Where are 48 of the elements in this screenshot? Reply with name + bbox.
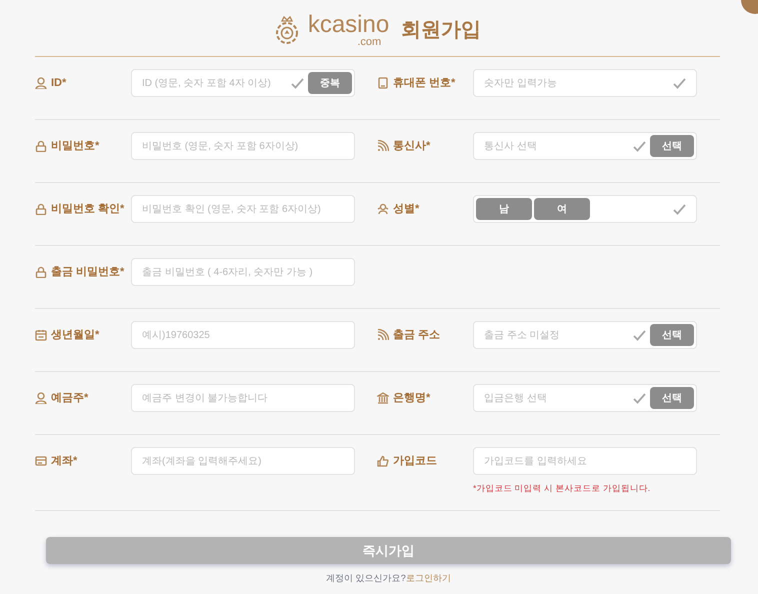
logo-text: kcasino: [308, 13, 390, 37]
thumbs-up-icon: [377, 455, 389, 467]
field-label: 비밀번호 확인*: [51, 202, 124, 217]
poker-chip-icon: [274, 15, 300, 45]
person-icon: [35, 392, 47, 404]
field-label: 예금주*: [51, 390, 88, 406]
field-label: 통신사*: [393, 138, 430, 154]
field-label: 계좌*: [51, 454, 78, 469]
field-button[interactable]: 선택: [650, 324, 694, 346]
card-icon: [35, 455, 47, 467]
login-prompt: 계정이 있으신가요?로그인하기: [325, 572, 452, 585]
login-link[interactable]: 로그인하기: [406, 573, 451, 583]
phone-icon: [377, 77, 389, 89]
field-button[interactable]: 선택: [650, 387, 694, 409]
person-icon: [35, 77, 47, 89]
field-label: 은행명*: [393, 390, 430, 406]
lock-icon: [35, 203, 47, 215]
calendar-icon: [35, 329, 47, 341]
field-label: 비밀번호*: [51, 138, 100, 154]
input-field[interactable]: 예시)19760325: [131, 321, 355, 349]
signal-icon: [377, 140, 389, 152]
option-button[interactable]: 남: [476, 198, 532, 220]
field-note: *가입코드 미입력 시 본사코드로 가입됩니다.: [473, 482, 652, 495]
input-field[interactable]: 가입코드를 입력하세요: [473, 447, 697, 475]
logo-suffix: .com: [357, 37, 382, 47]
field-label: 휴대폰 번호*: [393, 76, 456, 91]
field-button[interactable]: 중복: [308, 72, 352, 94]
field-button[interactable]: 선택: [650, 135, 694, 157]
option-button[interactable]: 여: [534, 198, 590, 220]
field-label: 생년월일*: [51, 328, 100, 343]
field-label: 출금 비밀번호*: [51, 264, 124, 280]
field-label: 성별*: [393, 202, 420, 217]
input-field[interactable]: 예금주 변경이 불가능합니다: [131, 384, 355, 412]
lock-icon: [35, 140, 47, 152]
input-field[interactable]: 숫자만 입력가능: [473, 69, 697, 97]
lock-icon: [35, 266, 47, 278]
field-label: 가입코드: [393, 454, 437, 469]
field-label: 출금 주소: [393, 328, 440, 343]
input-field[interactable]: 비밀번호 (영문, 숫자 포함 6자이상): [131, 132, 355, 160]
field-label: ID*: [51, 76, 66, 91]
input-field[interactable]: 계좌(계좌을 입력해주세요): [131, 447, 355, 475]
bank-icon: [377, 392, 389, 404]
signup-button[interactable]: 즉시가입: [46, 537, 731, 564]
signal-icon: [377, 329, 389, 341]
input-field[interactable]: 출금 비밀번호 ( 4-6자리, 숫자만 가능 ): [131, 258, 355, 286]
page-title: 회원가입: [401, 18, 482, 43]
input-field[interactable]: 비밀번호 확인 (영문, 숫자 포함 6자이상): [131, 195, 355, 223]
people-icon: [377, 203, 389, 215]
